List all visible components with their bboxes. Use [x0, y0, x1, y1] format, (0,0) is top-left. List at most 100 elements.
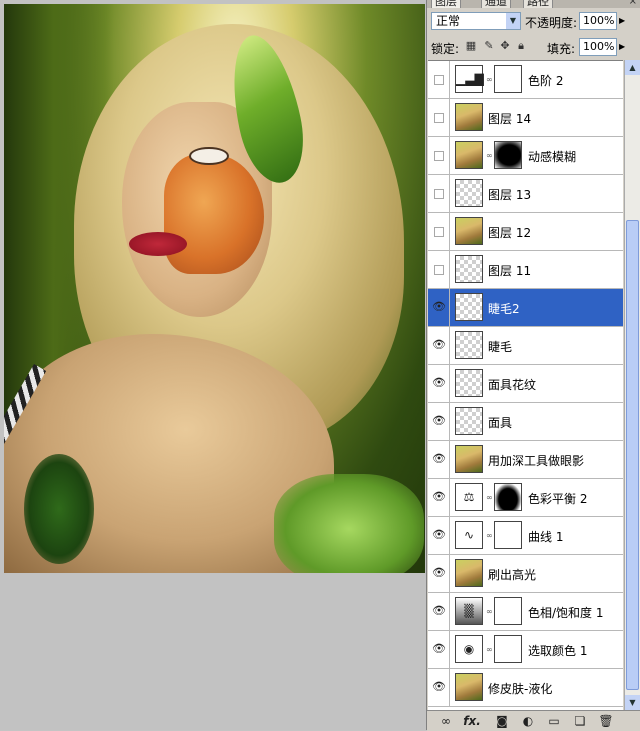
- opacity-input[interactable]: 100%: [579, 12, 617, 30]
- new-layer-icon[interactable]: ❏: [571, 713, 589, 729]
- tab-paths[interactable]: 路径: [523, 0, 553, 8]
- layer-row[interactable]: 图层 13: [428, 175, 623, 213]
- layer-row[interactable]: 👁︎ 面具花纹: [428, 365, 623, 403]
- layer-mask-thumbnail[interactable]: [494, 483, 522, 511]
- layer-thumbnail[interactable]: [455, 673, 483, 701]
- layer-thumbnail[interactable]: [455, 141, 483, 169]
- hidden-box-icon[interactable]: [434, 227, 444, 237]
- layer-row[interactable]: ▁▃▇ ∞ 色阶 2: [428, 61, 623, 99]
- visibility-toggle[interactable]: 👁︎: [428, 669, 450, 707]
- chain-link-icon[interactable]: ∞: [486, 607, 493, 617]
- color-balance-icon[interactable]: ⚖: [455, 483, 483, 511]
- layer-name[interactable]: 图层 13: [488, 186, 531, 203]
- layer-thumbnail[interactable]: [455, 217, 483, 245]
- chain-link-icon[interactable]: ∞: [486, 75, 493, 85]
- layer-name[interactable]: 色相/饱和度 1: [528, 604, 604, 621]
- visibility-toggle[interactable]: 👁︎: [428, 479, 450, 517]
- link-layers-icon[interactable]: ∞: [437, 713, 455, 729]
- visibility-toggle[interactable]: [428, 99, 450, 137]
- layer-name[interactable]: 色彩平衡 2: [528, 490, 587, 507]
- lock-brush-icon[interactable]: ✎: [483, 40, 495, 52]
- eye-icon[interactable]: 👁︎: [432, 491, 446, 503]
- layer-thumbnail[interactable]: [455, 179, 483, 207]
- hidden-box-icon[interactable]: [434, 75, 444, 85]
- adjustment-layer-icon[interactable]: ◐: [519, 713, 537, 729]
- layer-name[interactable]: 选取颜色 1: [528, 642, 587, 659]
- layer-name[interactable]: 面具花纹: [488, 376, 536, 393]
- eye-icon[interactable]: 👁︎: [432, 567, 446, 579]
- eye-icon[interactable]: 👁︎: [432, 529, 446, 541]
- layer-name[interactable]: 图层 11: [488, 262, 531, 279]
- close-icon[interactable]: ×: [629, 0, 637, 7]
- document-canvas[interactable]: [0, 0, 426, 730]
- eye-icon[interactable]: 👁︎: [432, 415, 446, 427]
- layer-thumbnail[interactable]: [455, 103, 483, 131]
- hidden-box-icon[interactable]: [434, 151, 444, 161]
- layer-mask-thumbnail[interactable]: [494, 65, 522, 93]
- layer-name[interactable]: 睫毛: [488, 338, 512, 355]
- visibility-toggle[interactable]: [428, 137, 450, 175]
- layer-row[interactable]: 👁︎ 用加深工具做眼影: [428, 441, 623, 479]
- layer-list-scrollbar[interactable]: ▲ ▼: [624, 60, 640, 710]
- layer-mask-thumbnail[interactable]: [494, 141, 522, 169]
- layer-name[interactable]: 图层 12: [488, 224, 531, 241]
- layer-mask-thumbnail[interactable]: [494, 635, 522, 663]
- layer-name[interactable]: 曲线 1: [528, 528, 563, 545]
- layer-name[interactable]: 面具: [488, 414, 512, 431]
- layer-thumbnail[interactable]: [455, 369, 483, 397]
- eye-icon[interactable]: 👁︎: [432, 453, 446, 465]
- lock-move-icon[interactable]: ✥: [499, 40, 511, 52]
- visibility-toggle[interactable]: 👁︎: [428, 517, 450, 555]
- layer-thumbnail[interactable]: [455, 331, 483, 359]
- visibility-toggle[interactable]: 👁︎: [428, 555, 450, 593]
- trash-icon[interactable]: 🗑︎: [597, 713, 615, 729]
- hidden-box-icon[interactable]: [434, 113, 444, 123]
- chevron-down-icon[interactable]: ▼: [506, 13, 520, 29]
- layer-thumbnail[interactable]: [455, 407, 483, 435]
- layer-thumbnail[interactable]: [455, 293, 483, 321]
- layer-name[interactable]: 睫毛2: [488, 300, 520, 317]
- hue-saturation-icon[interactable]: ▒: [455, 597, 483, 625]
- layer-name[interactable]: 动感模糊: [528, 148, 576, 165]
- scroll-up-icon[interactable]: ▲: [625, 60, 640, 75]
- layer-name[interactable]: 刷出高光: [488, 566, 536, 583]
- new-group-icon[interactable]: ▭: [545, 713, 563, 729]
- layer-row[interactable]: 图层 12: [428, 213, 623, 251]
- blend-mode-select[interactable]: 正常 ▼: [431, 12, 521, 30]
- layer-name[interactable]: 图层 14: [488, 110, 531, 127]
- layer-thumbnail[interactable]: [455, 559, 483, 587]
- layer-list[interactable]: ▁▃▇ ∞ 色阶 2 图层 14 ∞ 动感模糊 图层 13 图层 12 图层 11 👁︎ 睫毛2 👁︎…: [428, 60, 623, 711]
- opacity-arrow-icon[interactable]: ▶: [619, 16, 625, 25]
- scroll-thumb[interactable]: [626, 220, 639, 690]
- eye-icon[interactable]: 👁︎: [432, 643, 446, 655]
- visibility-toggle[interactable]: 👁︎: [428, 441, 450, 479]
- layer-name[interactable]: 用加深工具做眼影: [488, 452, 584, 469]
- hidden-box-icon[interactable]: [434, 265, 444, 275]
- layer-row[interactable]: 图层 14: [428, 99, 623, 137]
- layer-row[interactable]: 👁︎ ◉ ∞ 选取颜色 1: [428, 631, 623, 669]
- eye-icon[interactable]: 👁︎: [432, 377, 446, 389]
- fx-icon[interactable]: fx.: [463, 713, 481, 729]
- layer-row[interactable]: 👁︎ 修皮肤-液化: [428, 669, 623, 707]
- layer-mask-thumbnail[interactable]: [494, 597, 522, 625]
- photo-image[interactable]: [4, 4, 425, 573]
- layer-row[interactable]: 👁︎ 面具: [428, 403, 623, 441]
- layer-row[interactable]: 👁︎ ⚖ ∞ 色彩平衡 2: [428, 479, 623, 517]
- eye-icon[interactable]: 👁︎: [432, 605, 446, 617]
- chain-link-icon[interactable]: ∞: [486, 645, 493, 655]
- add-mask-icon[interactable]: ◙: [493, 713, 511, 729]
- layer-thumbnail[interactable]: [455, 255, 483, 283]
- hidden-box-icon[interactable]: [434, 189, 444, 199]
- tab-channels[interactable]: 通道: [481, 0, 511, 8]
- scroll-down-icon[interactable]: ▼: [625, 695, 640, 710]
- eye-icon[interactable]: 👁︎: [432, 301, 446, 313]
- fill-arrow-icon[interactable]: ▶: [619, 42, 625, 51]
- visibility-toggle[interactable]: 👁︎: [428, 593, 450, 631]
- curves-icon[interactable]: ∿: [455, 521, 483, 549]
- layer-name[interactable]: 修皮肤-液化: [488, 680, 552, 697]
- chain-link-icon[interactable]: ∞: [486, 493, 493, 503]
- layer-thumbnail[interactable]: [455, 445, 483, 473]
- layer-row[interactable]: ∞ 动感模糊: [428, 137, 623, 175]
- visibility-toggle[interactable]: [428, 251, 450, 289]
- selective-color-icon[interactable]: ◉: [455, 635, 483, 663]
